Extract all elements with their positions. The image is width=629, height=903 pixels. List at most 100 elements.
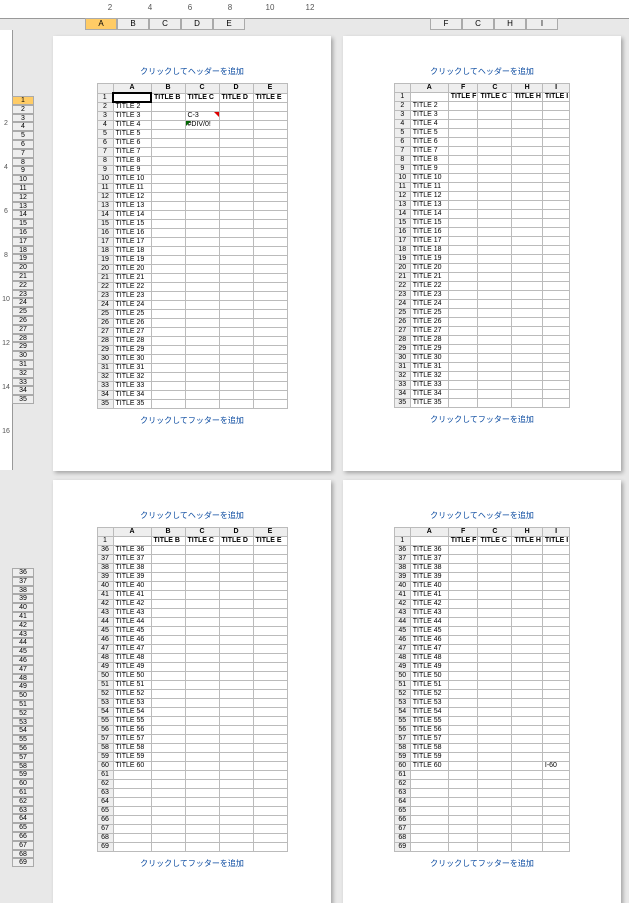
cell[interactable]: TITLE 19 [113,256,151,265]
cell[interactable] [478,183,512,192]
cell[interactable] [512,798,542,807]
cell[interactable] [151,690,185,699]
cell[interactable]: TITLE 54 [410,708,448,717]
cell[interactable] [478,600,512,609]
cell[interactable] [151,816,185,825]
cell[interactable] [185,238,219,247]
cell[interactable] [219,319,253,328]
header-cell[interactable]: TITLE D [219,93,253,102]
row-header-67[interactable]: 67 [12,841,34,850]
cell[interactable] [185,573,219,582]
cell[interactable] [478,237,512,246]
cell[interactable] [185,744,219,753]
cell[interactable] [542,156,569,165]
header-placeholder[interactable]: クリックしてヘッダーを追加 [361,66,603,77]
row-no[interactable]: 35 [97,400,113,409]
cell[interactable] [448,246,478,255]
cell[interactable] [478,102,512,111]
cell[interactable] [478,744,512,753]
cell[interactable] [219,256,253,265]
col-A[interactable]: A [410,528,448,537]
cell[interactable] [512,564,542,573]
col-header-A[interactable]: A [85,18,117,30]
cell[interactable] [151,391,185,400]
cell[interactable] [151,789,185,798]
header-cell[interactable]: TITLE I [542,537,569,546]
cell[interactable]: TITLE 44 [410,618,448,627]
cell[interactable] [478,663,512,672]
row-no[interactable]: 42 [97,600,113,609]
cell[interactable] [253,337,287,346]
row-no[interactable]: 7 [97,148,113,157]
row-header-9[interactable]: 9 [12,166,34,175]
cell[interactable] [512,699,542,708]
cell[interactable]: TITLE 6 [410,138,448,147]
cell[interactable] [512,138,542,147]
cell[interactable] [151,762,185,771]
row-header-62[interactable]: 62 [12,797,34,806]
cell[interactable] [410,789,448,798]
grid-page-2[interactable]: AFCHI1TITLE FTITLE CTITLE HTITLE I2TITLE… [394,83,570,408]
row-no[interactable]: 28 [97,337,113,346]
cell[interactable]: TITLE 43 [410,609,448,618]
cell[interactable] [253,555,287,564]
cell[interactable] [151,238,185,247]
cell[interactable] [512,645,542,654]
row-no[interactable]: 52 [97,690,113,699]
cell[interactable] [253,618,287,627]
cell[interactable] [478,834,512,843]
cell[interactable] [253,735,287,744]
cell[interactable] [478,291,512,300]
cell[interactable]: TITLE 40 [410,582,448,591]
cell[interactable] [542,789,569,798]
row-no[interactable]: 5 [97,130,113,139]
cell[interactable] [542,372,569,381]
cell[interactable] [219,816,253,825]
cell[interactable] [478,201,512,210]
cell[interactable] [253,193,287,202]
cell[interactable] [151,780,185,789]
cell[interactable]: TITLE 20 [113,265,151,274]
cell[interactable] [151,771,185,780]
cell[interactable]: TITLE 58 [410,744,448,753]
row-header-27[interactable]: 27 [12,325,34,334]
cell[interactable] [542,582,569,591]
cell[interactable]: TITLE 50 [410,672,448,681]
cell[interactable] [113,798,151,807]
header-cell[interactable]: TITLE D [219,537,253,546]
row-no[interactable]: 41 [394,591,410,600]
row-no[interactable]: 14 [97,211,113,220]
cell[interactable] [448,381,478,390]
cell[interactable] [542,390,569,399]
cell[interactable] [542,699,569,708]
col-header-I[interactable]: I [526,18,558,30]
cell[interactable] [542,609,569,618]
cell[interactable] [542,717,569,726]
cell[interactable] [448,789,478,798]
cell[interactable] [542,555,569,564]
cell[interactable] [478,363,512,372]
cell[interactable] [512,363,542,372]
cell[interactable]: TITLE 60 [410,762,448,771]
cell[interactable] [542,753,569,762]
cell[interactable]: TITLE 15 [410,219,448,228]
cell[interactable] [185,274,219,283]
row-header-24[interactable]: 24 [12,298,34,307]
cell[interactable]: TITLE 22 [410,282,448,291]
row-no[interactable]: 12 [394,192,410,201]
footer-placeholder[interactable]: クリックしてフッターを追加 [71,858,313,869]
cell[interactable] [219,672,253,681]
cell[interactable] [219,211,253,220]
cell[interactable] [185,166,219,175]
cell[interactable] [151,681,185,690]
cell[interactable] [478,399,512,408]
row-no[interactable]: 68 [97,834,113,843]
cell[interactable] [219,618,253,627]
cell[interactable] [185,184,219,193]
cell[interactable]: TITLE 17 [410,237,448,246]
cell[interactable] [151,319,185,328]
cell[interactable] [542,300,569,309]
cell[interactable] [448,174,478,183]
cell[interactable] [253,627,287,636]
cell[interactable] [478,753,512,762]
